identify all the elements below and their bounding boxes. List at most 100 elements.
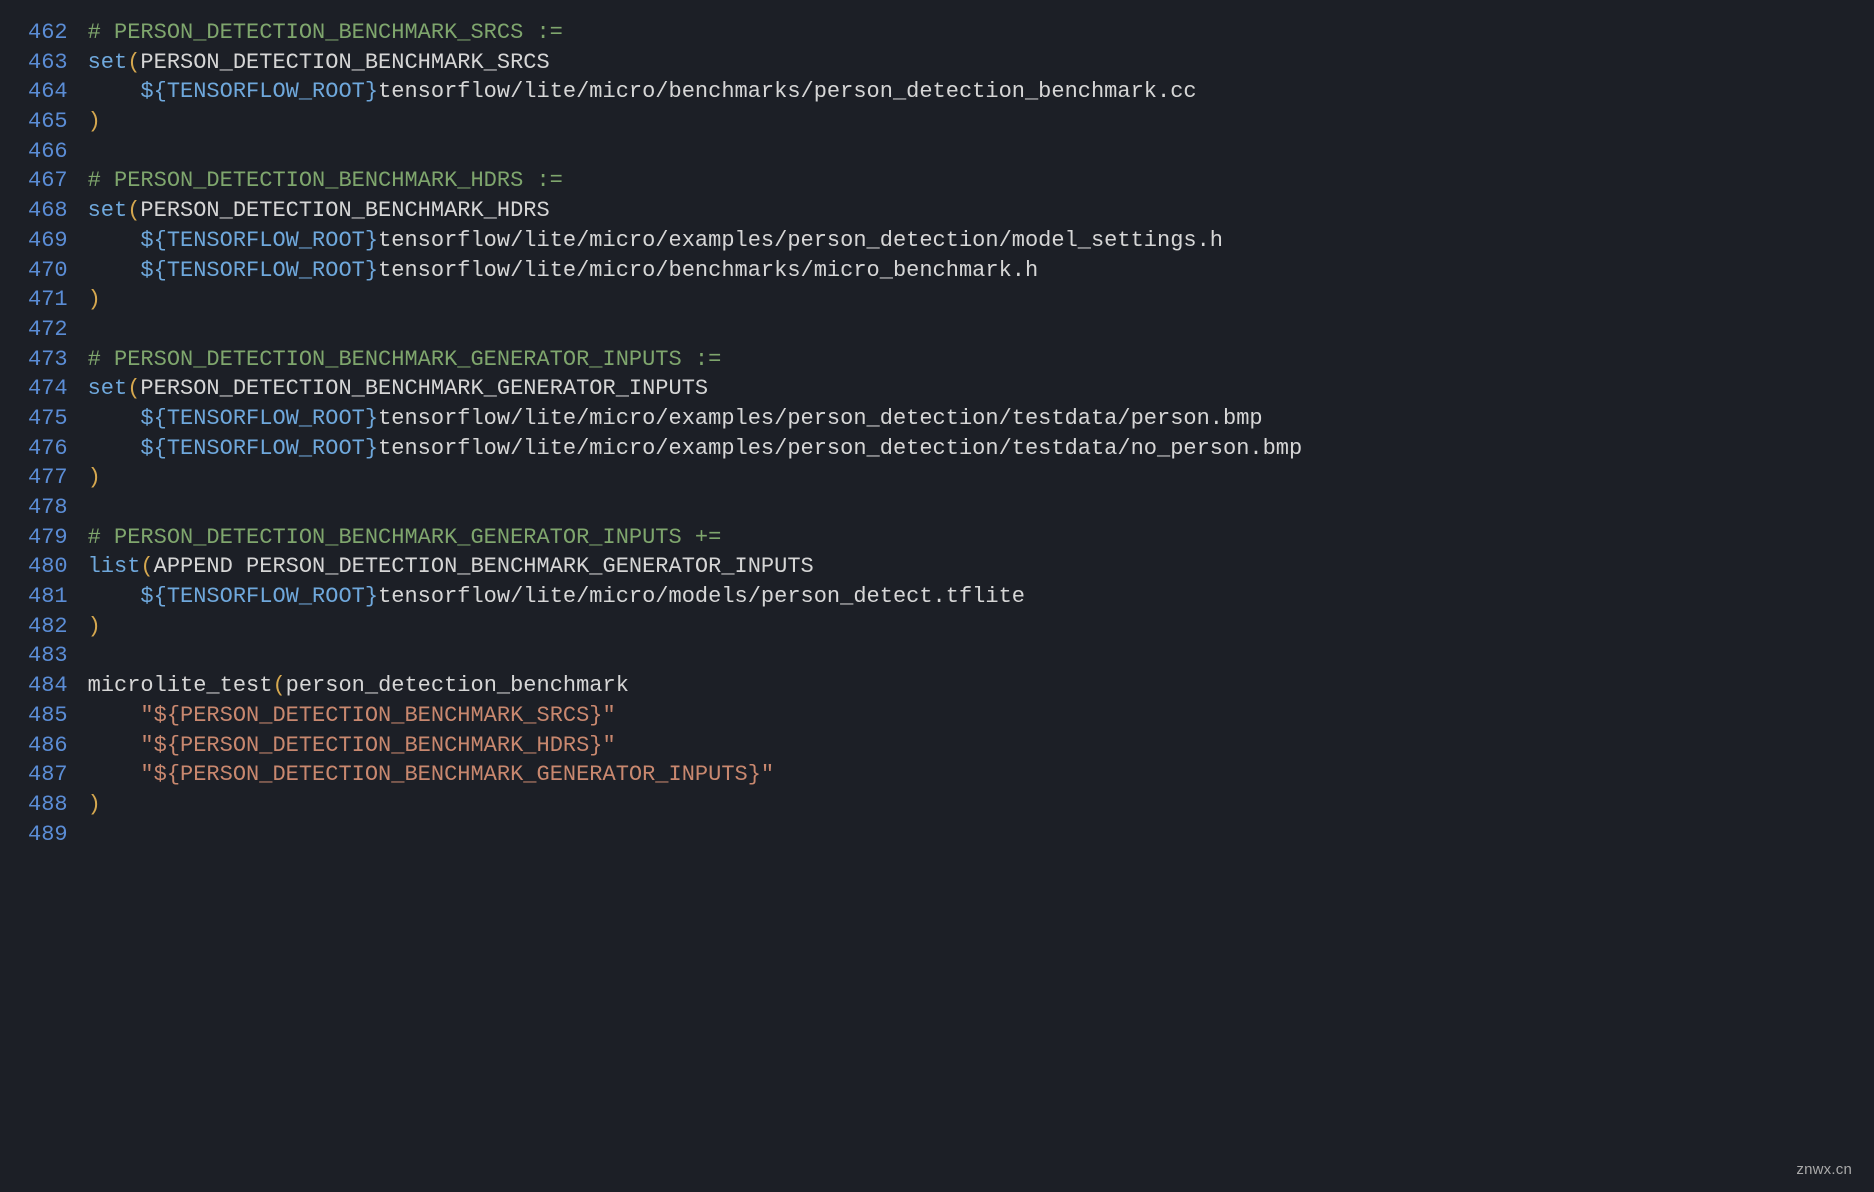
line-number: 480 <box>0 552 88 582</box>
code-token: ${TENSORFLOW_ROOT} <box>140 258 378 283</box>
code-editor[interactable]: 462# PERSON_DETECTION_BENCHMARK_SRCS :=4… <box>0 18 1302 849</box>
code-content[interactable]: # PERSON_DETECTION_BENCHMARK_SRCS := <box>88 18 1303 48</box>
code-line[interactable]: 476 ${TENSORFLOW_ROOT}tensorflow/lite/mi… <box>0 434 1302 464</box>
code-content[interactable]: ) <box>88 612 1303 642</box>
line-number: 486 <box>0 731 88 761</box>
code-content[interactable]: ) <box>88 285 1303 315</box>
code-token <box>88 228 141 253</box>
code-content[interactable]: ${TENSORFLOW_ROOT}tensorflow/lite/micro/… <box>88 582 1303 612</box>
code-line[interactable]: 479# PERSON_DETECTION_BENCHMARK_GENERATO… <box>0 523 1302 553</box>
code-line[interactable]: 474set(PERSON_DETECTION_BENCHMARK_GENERA… <box>0 374 1302 404</box>
line-number: 475 <box>0 404 88 434</box>
code-token: ( <box>127 198 140 223</box>
code-line[interactable]: 488) <box>0 790 1302 820</box>
code-content[interactable]: list(APPEND PERSON_DETECTION_BENCHMARK_G… <box>88 552 1303 582</box>
code-content[interactable] <box>88 820 1303 850</box>
code-content[interactable] <box>88 137 1303 167</box>
code-content[interactable]: ) <box>88 790 1303 820</box>
line-number: 481 <box>0 582 88 612</box>
code-line[interactable]: 467# PERSON_DETECTION_BENCHMARK_HDRS := <box>0 166 1302 196</box>
code-token: set <box>88 50 128 75</box>
code-content[interactable]: ) <box>88 463 1303 493</box>
code-token: ${TENSORFLOW_ROOT} <box>140 436 378 461</box>
code-line[interactable]: 464 ${TENSORFLOW_ROOT}tensorflow/lite/mi… <box>0 77 1302 107</box>
line-number: 473 <box>0 345 88 375</box>
code-line[interactable]: 484microlite_test(person_detection_bench… <box>0 671 1302 701</box>
line-number: 484 <box>0 671 88 701</box>
code-content[interactable]: ${TENSORFLOW_ROOT}tensorflow/lite/micro/… <box>88 226 1303 256</box>
code-line[interactable]: 466 <box>0 137 1302 167</box>
code-token: ${TENSORFLOW_ROOT} <box>140 79 378 104</box>
code-content[interactable]: ${TENSORFLOW_ROOT}tensorflow/lite/micro/… <box>88 404 1303 434</box>
code-line[interactable]: 468set(PERSON_DETECTION_BENCHMARK_HDRS <box>0 196 1302 226</box>
code-content[interactable]: # PERSON_DETECTION_BENCHMARK_GENERATOR_I… <box>88 523 1303 553</box>
code-content[interactable]: set(PERSON_DETECTION_BENCHMARK_GENERATOR… <box>88 374 1303 404</box>
code-token: microlite_test <box>88 673 273 698</box>
code-line[interactable]: 470 ${TENSORFLOW_ROOT}tensorflow/lite/mi… <box>0 256 1302 286</box>
line-number: 483 <box>0 641 88 671</box>
code-content[interactable]: "${PERSON_DETECTION_BENCHMARK_HDRS}" <box>88 731 1303 761</box>
line-number: 479 <box>0 523 88 553</box>
code-content[interactable] <box>88 315 1303 345</box>
code-content[interactable]: ${TENSORFLOW_ROOT}tensorflow/lite/micro/… <box>88 434 1303 464</box>
code-token: # PERSON_DETECTION_BENCHMARK_GENERATOR_I… <box>88 525 722 550</box>
code-content[interactable]: set(PERSON_DETECTION_BENCHMARK_HDRS <box>88 196 1303 226</box>
code-content[interactable] <box>88 641 1303 671</box>
code-content[interactable]: "${PERSON_DETECTION_BENCHMARK_SRCS}" <box>88 701 1303 731</box>
code-token <box>88 762 141 787</box>
line-number: 463 <box>0 48 88 78</box>
code-token: ) <box>88 465 101 490</box>
code-token: ) <box>88 614 101 639</box>
code-line[interactable]: 487 "${PERSON_DETECTION_BENCHMARK_GENERA… <box>0 760 1302 790</box>
code-token: set <box>88 198 128 223</box>
code-line[interactable]: 478 <box>0 493 1302 523</box>
code-content[interactable]: set(PERSON_DETECTION_BENCHMARK_SRCS <box>88 48 1303 78</box>
code-line[interactable]: 463set(PERSON_DETECTION_BENCHMARK_SRCS <box>0 48 1302 78</box>
code-token: tensorflow/lite/micro/benchmarks/micro_b… <box>378 258 1038 283</box>
code-line[interactable]: 472 <box>0 315 1302 345</box>
code-content[interactable]: ${TENSORFLOW_ROOT}tensorflow/lite/micro/… <box>88 77 1303 107</box>
code-line[interactable]: 481 ${TENSORFLOW_ROOT}tensorflow/lite/mi… <box>0 582 1302 612</box>
line-number: 478 <box>0 493 88 523</box>
code-token: "${PERSON_DETECTION_BENCHMARK_GENERATOR_… <box>140 762 774 787</box>
code-line[interactable]: 465) <box>0 107 1302 137</box>
code-line[interactable]: 477) <box>0 463 1302 493</box>
code-line[interactable]: 469 ${TENSORFLOW_ROOT}tensorflow/lite/mi… <box>0 226 1302 256</box>
code-line[interactable]: 485 "${PERSON_DETECTION_BENCHMARK_SRCS}" <box>0 701 1302 731</box>
line-number: 487 <box>0 760 88 790</box>
code-content[interactable]: # PERSON_DETECTION_BENCHMARK_HDRS := <box>88 166 1303 196</box>
code-token: set <box>88 376 128 401</box>
code-line[interactable]: 462# PERSON_DETECTION_BENCHMARK_SRCS := <box>0 18 1302 48</box>
code-content[interactable]: ) <box>88 107 1303 137</box>
code-line[interactable]: 475 ${TENSORFLOW_ROOT}tensorflow/lite/mi… <box>0 404 1302 434</box>
code-line[interactable]: 473# PERSON_DETECTION_BENCHMARK_GENERATO… <box>0 345 1302 375</box>
code-token: PERSON_DETECTION_BENCHMARK_SRCS <box>140 50 549 75</box>
code-token: PERSON_DETECTION_BENCHMARK_GENERATOR_INP… <box>140 376 708 401</box>
code-line[interactable]: 483 <box>0 641 1302 671</box>
code-line[interactable]: 486 "${PERSON_DETECTION_BENCHMARK_HDRS}" <box>0 731 1302 761</box>
code-line[interactable]: 480list(APPEND PERSON_DETECTION_BENCHMAR… <box>0 552 1302 582</box>
code-token: "${PERSON_DETECTION_BENCHMARK_SRCS}" <box>140 703 615 728</box>
code-token: tensorflow/lite/micro/examples/person_de… <box>378 228 1223 253</box>
code-token: APPEND PERSON_DETECTION_BENCHMARK_GENERA… <box>154 554 814 579</box>
line-number: 467 <box>0 166 88 196</box>
code-content[interactable]: microlite_test(person_detection_benchmar… <box>88 671 1303 701</box>
line-number: 488 <box>0 790 88 820</box>
code-token: ${TENSORFLOW_ROOT} <box>140 584 378 609</box>
code-content[interactable]: ${TENSORFLOW_ROOT}tensorflow/lite/micro/… <box>88 256 1303 286</box>
code-token: person_detection_benchmark <box>286 673 629 698</box>
code-content[interactable] <box>88 493 1303 523</box>
code-token: ${TENSORFLOW_ROOT} <box>140 228 378 253</box>
line-number: 474 <box>0 374 88 404</box>
code-line[interactable]: 471) <box>0 285 1302 315</box>
code-token: ( <box>127 50 140 75</box>
code-token: # PERSON_DETECTION_BENCHMARK_HDRS := <box>88 168 563 193</box>
watermark-label: znwx.cn <box>1796 1160 1852 1180</box>
code-content[interactable]: "${PERSON_DETECTION_BENCHMARK_GENERATOR_… <box>88 760 1303 790</box>
line-number: 476 <box>0 434 88 464</box>
code-content[interactable]: # PERSON_DETECTION_BENCHMARK_GENERATOR_I… <box>88 345 1303 375</box>
code-token: tensorflow/lite/micro/examples/person_de… <box>378 406 1263 431</box>
line-number: 468 <box>0 196 88 226</box>
code-line[interactable]: 482) <box>0 612 1302 642</box>
code-line[interactable]: 489 <box>0 820 1302 850</box>
